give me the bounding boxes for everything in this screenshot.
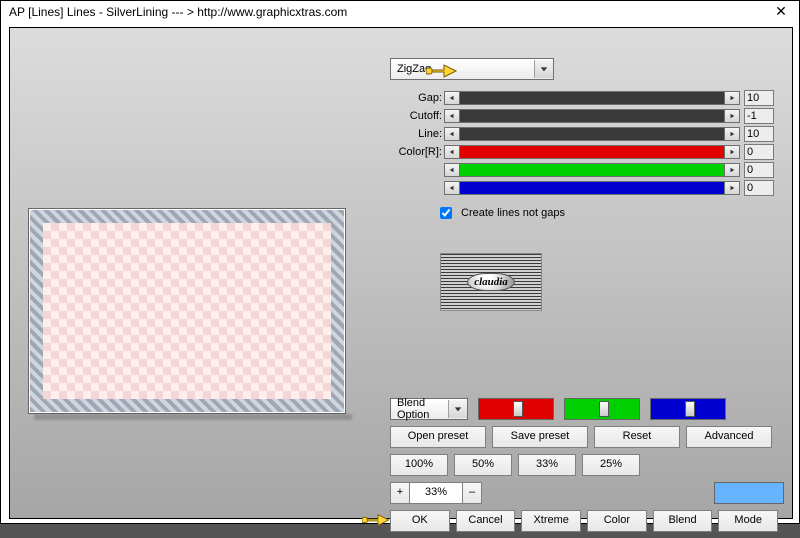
arrow-left-icon[interactable] [444, 181, 460, 195]
zoom-33-button[interactable]: 33% [518, 454, 576, 476]
line-slider[interactable] [444, 127, 740, 141]
arrow-left-icon[interactable] [444, 109, 460, 123]
tint-b-slider[interactable] [650, 398, 726, 420]
line-value[interactable]: 10 [744, 126, 774, 142]
preset-dropdown-label: ZigZag [391, 63, 534, 75]
arrow-right-icon[interactable] [724, 145, 740, 159]
arrow-right-icon[interactable] [724, 109, 740, 123]
branding-logo: claudia [440, 253, 542, 311]
arrow-right-icon[interactable] [724, 163, 740, 177]
ok-button[interactable]: OK [390, 510, 450, 532]
preset-dropdown[interactable]: ZigZag [390, 58, 554, 80]
bottom-controls: Blend Option Open preset Save preset Res… [390, 398, 784, 538]
chevron-down-icon [448, 400, 467, 418]
xtreme-button[interactable]: Xtreme [521, 510, 581, 532]
preview-panel [28, 208, 346, 414]
create-lines-checkbox-input[interactable] [440, 207, 452, 219]
save-preset-button[interactable]: Save preset [492, 426, 588, 448]
zoom-value[interactable]: 33% [410, 482, 462, 504]
arrow-right-icon[interactable] [724, 127, 740, 141]
branding-text: claudia [467, 273, 515, 291]
color-b-slider[interactable] [444, 181, 740, 195]
color-r-value[interactable]: 0 [744, 144, 774, 160]
color-swatch[interactable] [714, 482, 784, 504]
gap-value[interactable]: 10 [744, 90, 774, 106]
blend-button[interactable]: Blend [653, 510, 713, 532]
plugin-window: AP [Lines] Lines - SilverLining --- > ht… [0, 0, 800, 524]
color-button[interactable]: Color [587, 510, 647, 532]
arrow-left-icon[interactable] [444, 127, 460, 141]
parameters-panel: ZigZag Gap: 1 [390, 58, 784, 222]
gap-label: Gap: [390, 92, 442, 104]
arrow-left-icon[interactable] [444, 145, 460, 159]
close-button[interactable]: ✕ [767, 3, 795, 21]
arrow-left-icon[interactable] [444, 91, 460, 105]
zoom-plus-button[interactable]: + [390, 482, 410, 504]
tint-r-slider[interactable] [478, 398, 554, 420]
cancel-button[interactable]: Cancel [456, 510, 516, 532]
open-preset-button[interactable]: Open preset [390, 426, 486, 448]
mode-button[interactable]: Mode [718, 510, 778, 532]
create-lines-checkbox[interactable]: Create lines not gaps [436, 204, 784, 222]
color-g-slider[interactable] [444, 163, 740, 177]
gap-slider[interactable] [444, 91, 740, 105]
titlebar: AP [Lines] Lines - SilverLining --- > ht… [1, 1, 799, 23]
zoom-25-button[interactable]: 25% [582, 454, 640, 476]
cutoff-label: Cutoff: [390, 110, 442, 122]
sliders: Gap: 10 Cutoff: -1 [390, 90, 784, 196]
blend-option-dropdown[interactable]: Blend Option [390, 398, 468, 420]
cutoff-value[interactable]: -1 [744, 108, 774, 124]
arrow-right-icon[interactable] [724, 91, 740, 105]
line-label: Line: [390, 128, 442, 140]
arrow-right-icon[interactable] [724, 181, 740, 195]
client-area: ZigZag Gap: 1 [9, 27, 793, 519]
arrow-left-icon[interactable] [444, 163, 460, 177]
chevron-down-icon [534, 60, 553, 78]
advanced-button[interactable]: Advanced [686, 426, 772, 448]
zoom-minus-button[interactable]: – [462, 482, 482, 504]
zoom-stepper[interactable]: + 33% – [390, 483, 482, 503]
tint-g-slider[interactable] [564, 398, 640, 420]
zoom-100-button[interactable]: 100% [390, 454, 448, 476]
color-g-value[interactable]: 0 [744, 162, 774, 178]
color-r-slider[interactable] [444, 145, 740, 159]
zoom-50-button[interactable]: 50% [454, 454, 512, 476]
window-title: AP [Lines] Lines - SilverLining --- > ht… [9, 5, 767, 19]
reset-button[interactable]: Reset [594, 426, 680, 448]
color-r-label: Color[R]: [390, 146, 442, 158]
blend-option-label: Blend Option [391, 397, 448, 421]
create-lines-label: Create lines not gaps [461, 207, 565, 219]
cutoff-slider[interactable] [444, 109, 740, 123]
color-b-value[interactable]: 0 [744, 180, 774, 196]
